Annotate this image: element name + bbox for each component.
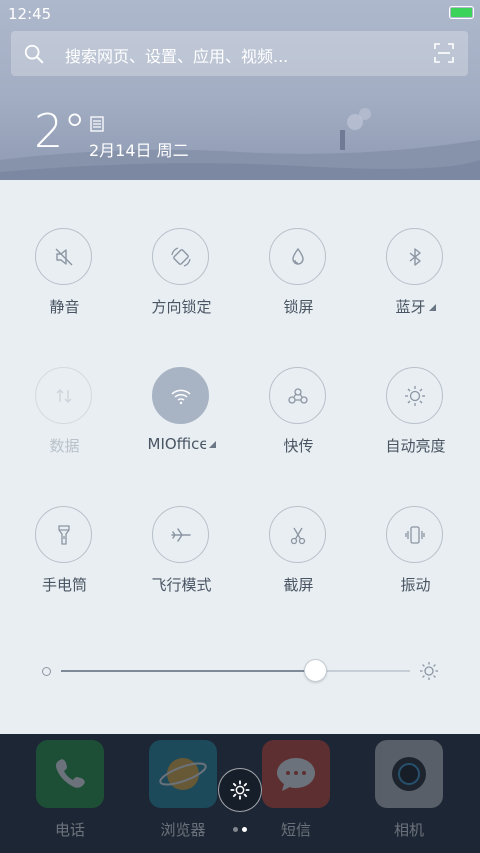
settings-button[interactable] [218,768,262,812]
tile-quick-share[interactable]: 快传 [240,319,357,455]
tile-label: 蓝牙 [357,296,474,317]
browser-icon [159,758,207,790]
wifi-icon [170,389,191,404]
rotation-lock-icon [170,246,191,267]
brightness-slider-thumb[interactable] [304,659,328,682]
app-label: 相机 [393,821,424,839]
flashlight-icon [57,524,70,545]
tile-label: 静音 [49,298,80,316]
tile-wifi[interactable]: MIOffice [123,319,240,453]
tile-quick-share-button[interactable] [269,367,326,424]
browser-app-icon[interactable] [149,740,217,808]
tile-rotation-lock[interactable]: 方向锁定 [123,180,240,316]
tile-flashlight-button[interactable] [35,506,92,563]
tile-mobile-data[interactable]: 数据 [6,319,123,455]
tile-bluetooth[interactable]: 蓝牙 [357,180,474,316]
tile-mute[interactable]: 静音 [6,180,123,316]
tile-screenshot[interactable]: 截屏 [240,458,357,594]
tile-label: 数据 [49,437,80,455]
tile-airplane-mode-button[interactable] [152,506,209,563]
search-input[interactable]: 搜索网页、设置、应用、视频... [65,43,288,67]
tile-label-text: 蓝牙 [395,298,426,316]
tile-label: 手电筒 [41,576,87,594]
tile-mute-button[interactable] [35,228,92,285]
tile-rotation-lock-button[interactable] [152,228,209,285]
mobile-data-icon [56,388,71,403]
gear-icon [230,780,250,800]
brightness-low-icon [42,667,51,676]
weather-haze-icon [90,116,104,132]
brightness-slider-fill [61,670,316,672]
brightness-high-icon [420,662,438,680]
tile-label-text: MIOffice [147,435,206,453]
page-indicator-dot [233,827,238,832]
tile-auto-brightness[interactable]: 自动亮度 [357,319,474,455]
app-label: 浏览器 [160,821,206,839]
expand-triangle-icon[interactable] [208,441,216,448]
vibrate-icon [404,525,425,544]
battery-fill [451,8,472,17]
weather-date: 2月14日 周二 [89,141,189,160]
tile-screenshot-button[interactable] [269,506,326,563]
phone-app-icon[interactable] [36,740,104,808]
airplane-icon [170,527,191,542]
quick-share-icon [287,387,308,404]
tile-label: 自动亮度 [385,437,446,455]
camera-icon [392,757,426,791]
tile-flashlight[interactable]: 手电筒 [6,458,123,594]
camera-app-icon[interactable] [375,740,443,808]
weather-temperature: 2° [34,104,87,158]
tile-bluetooth-button[interactable] [386,228,443,285]
auto-brightness-icon [404,385,425,406]
messages-app-icon[interactable] [262,740,330,808]
quick-settings-panel: 静音 方向锁定 锁屏 蓝牙 数据 MIOffice 快传 自动亮度 手电筒 飞行… [0,180,480,734]
bluetooth-icon [409,247,421,266]
tile-lock-screen-button[interactable] [269,228,326,285]
scan-icon[interactable] [434,43,454,63]
app-label: 短信 [280,821,311,839]
tile-auto-brightness-button[interactable] [386,367,443,424]
tile-lock-screen[interactable]: 锁屏 [240,180,357,316]
tile-label: 快传 [283,437,314,455]
tile-label: 振动 [400,576,431,594]
tile-label: 截屏 [283,576,314,594]
brightness-slider-track[interactable] [61,670,410,672]
battery-icon [449,6,474,19]
search-bar[interactable]: 搜索网页、设置、应用、视频... [11,31,468,76]
lock-screen-icon [291,247,304,265]
tile-label: 飞行模式 [151,576,212,594]
tile-vibrate[interactable]: 振动 [357,458,474,594]
page-indicator-dot-active [242,827,247,832]
status-time: 12:45 [8,5,52,23]
tile-label: 锁屏 [283,298,314,316]
tile-label: 方向锁定 [151,298,212,316]
status-bar: 12:45 [0,0,480,28]
phone-icon [56,759,85,788]
tile-vibrate-button[interactable] [386,506,443,563]
expand-triangle-icon[interactable] [428,304,436,311]
tile-airplane-mode[interactable]: 飞行模式 [123,458,240,594]
mute-icon [55,248,72,265]
search-icon [24,44,44,64]
tile-label: MIOffice [123,435,240,453]
app-label: 电话 [54,821,85,839]
screenshot-icon [290,527,305,544]
tile-mobile-data-button[interactable] [35,367,92,424]
messages-icon [277,758,315,791]
tile-wifi-button[interactable] [152,367,209,424]
